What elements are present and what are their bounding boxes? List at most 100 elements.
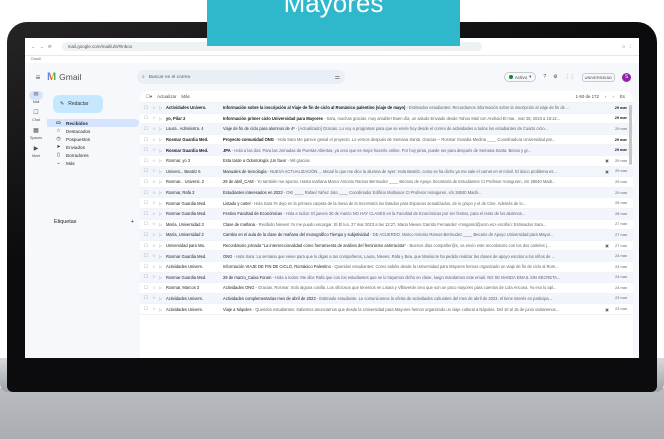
forward-icon[interactable]: → xyxy=(40,44,45,49)
status-selector[interactable]: Activo ▾ xyxy=(503,72,537,82)
search-filters-icon[interactable]: ⚌ xyxy=(335,74,340,81)
row-checkbox[interactable]: ☐ xyxy=(144,137,152,143)
important-marker-icon[interactable]: ▷ xyxy=(159,296,166,301)
star-icon[interactable]: ☆ xyxy=(152,285,159,291)
important-marker-icon[interactable]: ▷ xyxy=(159,116,166,121)
table-row[interactable]: ☐ ☆ ▷ Rosmar, Marcos 3 Actividades ONG - Gra… xyxy=(140,283,633,294)
search-icon[interactable]: ⌕ xyxy=(142,74,145,80)
add-label-icon[interactable]: + xyxy=(131,219,134,225)
table-row[interactable]: ☐ ☆ ▷ Rosmar Guardia Med. ONG - Hola Sara: L… xyxy=(140,251,633,262)
important-marker-icon[interactable]: ▷ xyxy=(159,222,166,227)
menu-icon[interactable]: ⋮ xyxy=(629,44,634,50)
important-marker-icon[interactable]: ▷ xyxy=(159,137,166,142)
star-icon[interactable]: ☆ xyxy=(152,190,159,196)
prev-page-icon[interactable]: ‹ xyxy=(605,94,606,99)
row-checkbox[interactable]: ☐ xyxy=(144,105,152,111)
compose-button[interactable]: ✎ Redactar xyxy=(53,95,103,113)
table-row[interactable]: ☐ ☆ ▷ Laura.. Administra. 4 Viaje de fin de … xyxy=(140,124,633,135)
star-icon[interactable]: ☆ xyxy=(152,168,159,174)
rail-item-meet[interactable]: ▶ Meet xyxy=(25,145,47,163)
star-icon[interactable]: ☆ xyxy=(152,126,159,132)
rail-item-chat[interactable]: ☐ Chat xyxy=(25,109,47,127)
important-marker-icon[interactable]: ▷ xyxy=(159,158,166,163)
row-checkbox[interactable]: ☐ xyxy=(144,306,152,312)
row-checkbox[interactable]: ☐ xyxy=(144,190,152,196)
star-icon[interactable]: ☆ xyxy=(152,264,159,270)
table-row[interactable]: ☐ ☆ ▷ yo, Pilar 2 Información primer ciclo U… xyxy=(140,114,633,125)
star-icon[interactable]: ☆ xyxy=(152,179,159,185)
next-page-icon[interactable]: › xyxy=(612,94,613,99)
important-marker-icon[interactable]: ▷ xyxy=(159,190,166,195)
star-icon[interactable]: ☆ xyxy=(152,253,159,259)
important-marker-icon[interactable]: ▷ xyxy=(159,264,166,269)
row-checkbox[interactable]: ☐ xyxy=(144,168,152,174)
table-row[interactable]: ☐ ☆ ▷ Rosmar Guardia Med. Listado y cartel -… xyxy=(140,198,633,209)
row-checkbox[interactable]: ☐ xyxy=(144,243,152,249)
important-marker-icon[interactable]: ▷ xyxy=(159,254,166,259)
table-row[interactable]: ☐ ☆ ▷ Rosmar... Universi. 2 29 de abril_CAM … xyxy=(140,177,633,188)
row-checkbox[interactable]: ☐ xyxy=(144,126,152,132)
star-icon[interactable]: ☆ xyxy=(152,243,159,249)
search-input[interactable]: Buscar en el correo xyxy=(149,75,191,80)
table-row[interactable]: ☐ ☆ ▷ Rosmar, Rafa 3 Estudiantes interesados… xyxy=(140,187,633,199)
star-icon[interactable]: ☆ xyxy=(621,44,625,50)
table-row[interactable]: ☐ ☆ ▷ Rosmar Guardia Med. Proyecto comunidad… xyxy=(140,135,633,146)
table-row[interactable]: ☐ ☆ ▷ Rosmar Guardia Med. JPA - Hola a las d… xyxy=(140,145,633,156)
table-row[interactable]: ☐ ☆ ▷ Actividades Univers. Información sobre… xyxy=(140,103,633,114)
important-marker-icon[interactable]: ▷ xyxy=(159,126,166,131)
row-checkbox[interactable]: ☐ xyxy=(144,285,152,291)
important-marker-icon[interactable]: ▷ xyxy=(159,307,166,312)
table-row[interactable]: ☐ ☆ ▷ Rosmar Guardia Med. 29 de marzo_Caixa … xyxy=(140,272,633,284)
org-badge[interactable]: UNIVERSIDAD xyxy=(581,72,615,82)
hamburger-menu-icon[interactable]: ≡ xyxy=(29,73,47,82)
star-icon[interactable]: ☆ xyxy=(152,306,159,312)
star-icon[interactable]: ☆ xyxy=(152,232,159,238)
important-marker-icon[interactable]: ▷ xyxy=(159,105,166,110)
star-icon[interactable]: ☆ xyxy=(152,211,159,217)
scrollbar[interactable] xyxy=(629,105,632,165)
star-icon[interactable]: ☆ xyxy=(152,200,159,206)
star-icon[interactable]: ☆ xyxy=(152,105,159,111)
table-row[interactable]: ☐ ☆ ▷ Actividades Univers. Información VIAJE… xyxy=(140,262,633,273)
important-marker-icon[interactable]: ▷ xyxy=(159,148,166,153)
star-icon[interactable]: ☆ xyxy=(152,137,159,143)
rail-item-mail[interactable]: ✉ Mail xyxy=(25,91,47,109)
important-marker-icon[interactable]: ▷ xyxy=(159,179,166,184)
more-button[interactable]: Más xyxy=(181,94,189,99)
search-bar[interactable]: ⌕ Buscar en el correo ⚌ xyxy=(137,70,345,84)
sidebar-item-más[interactable]: ⌄ Más xyxy=(47,159,139,167)
select-all-checkbox[interactable]: ☐▾ xyxy=(146,94,152,100)
help-icon[interactable]: ? xyxy=(543,74,546,80)
apps-grid-icon[interactable]: ⋮⋮ xyxy=(565,74,575,80)
table-row[interactable]: ☐ ☆ ▷ Rosmar, yo 3 Esta tarde a Odontología … xyxy=(140,156,633,167)
star-icon[interactable]: ☆ xyxy=(152,295,159,301)
row-checkbox[interactable]: ☐ xyxy=(144,200,152,206)
table-row[interactable]: ☐ ☆ ▷ María, Universidad 3 Clase de mañana -… xyxy=(140,220,633,231)
row-checkbox[interactable]: ☐ xyxy=(144,264,152,270)
star-icon[interactable]: ☆ xyxy=(152,115,159,121)
settings-gear-icon[interactable]: ⚙ xyxy=(553,74,557,80)
star-icon[interactable]: ☆ xyxy=(152,147,159,153)
gmail-logo[interactable]: M Gmail xyxy=(47,71,137,83)
row-checkbox[interactable]: ☐ xyxy=(144,179,152,185)
star-icon[interactable]: ☆ xyxy=(152,221,159,227)
row-checkbox[interactable]: ☐ xyxy=(144,253,152,259)
rail-item-spaces[interactable]: ▦ Spaces xyxy=(25,127,47,145)
row-checkbox[interactable]: ☐ xyxy=(144,221,152,227)
table-row[interactable]: ☐ ☆ ▷ Actividades Univers. Actividades compl… xyxy=(140,293,633,305)
table-row[interactable]: ☐ ☆ ▷ Universidad para Ma. Recordatorio jorn… xyxy=(140,241,633,252)
sidebar-item-enviados[interactable]: ➤ Enviados xyxy=(47,143,139,151)
row-checkbox[interactable]: ☐ xyxy=(144,115,152,121)
important-marker-icon[interactable]: ▷ xyxy=(159,169,166,174)
row-checkbox[interactable]: ☐ xyxy=(144,232,152,238)
back-icon[interactable]: ← xyxy=(31,44,36,49)
table-row[interactable]: ☐ ☆ ▷ Univers... Beatriz 6 Manuales de tecno… xyxy=(140,166,633,178)
important-marker-icon[interactable]: ▷ xyxy=(159,243,166,248)
avatar[interactable]: S xyxy=(622,72,631,82)
sidebar-item-pospuestos[interactable]: ◷ Pospuestos xyxy=(47,135,139,143)
important-marker-icon[interactable]: ▷ xyxy=(159,211,166,216)
refresh-button[interactable]: Actualizar xyxy=(157,94,176,99)
reload-icon[interactable]: ⟳ xyxy=(48,44,52,50)
table-row[interactable]: ☐ ☆ ▷ Actividades Univers. Viaje a Nápoles -… xyxy=(140,304,633,315)
sidebar-item-recibidos[interactable]: ▭ Recibidos xyxy=(47,119,139,127)
